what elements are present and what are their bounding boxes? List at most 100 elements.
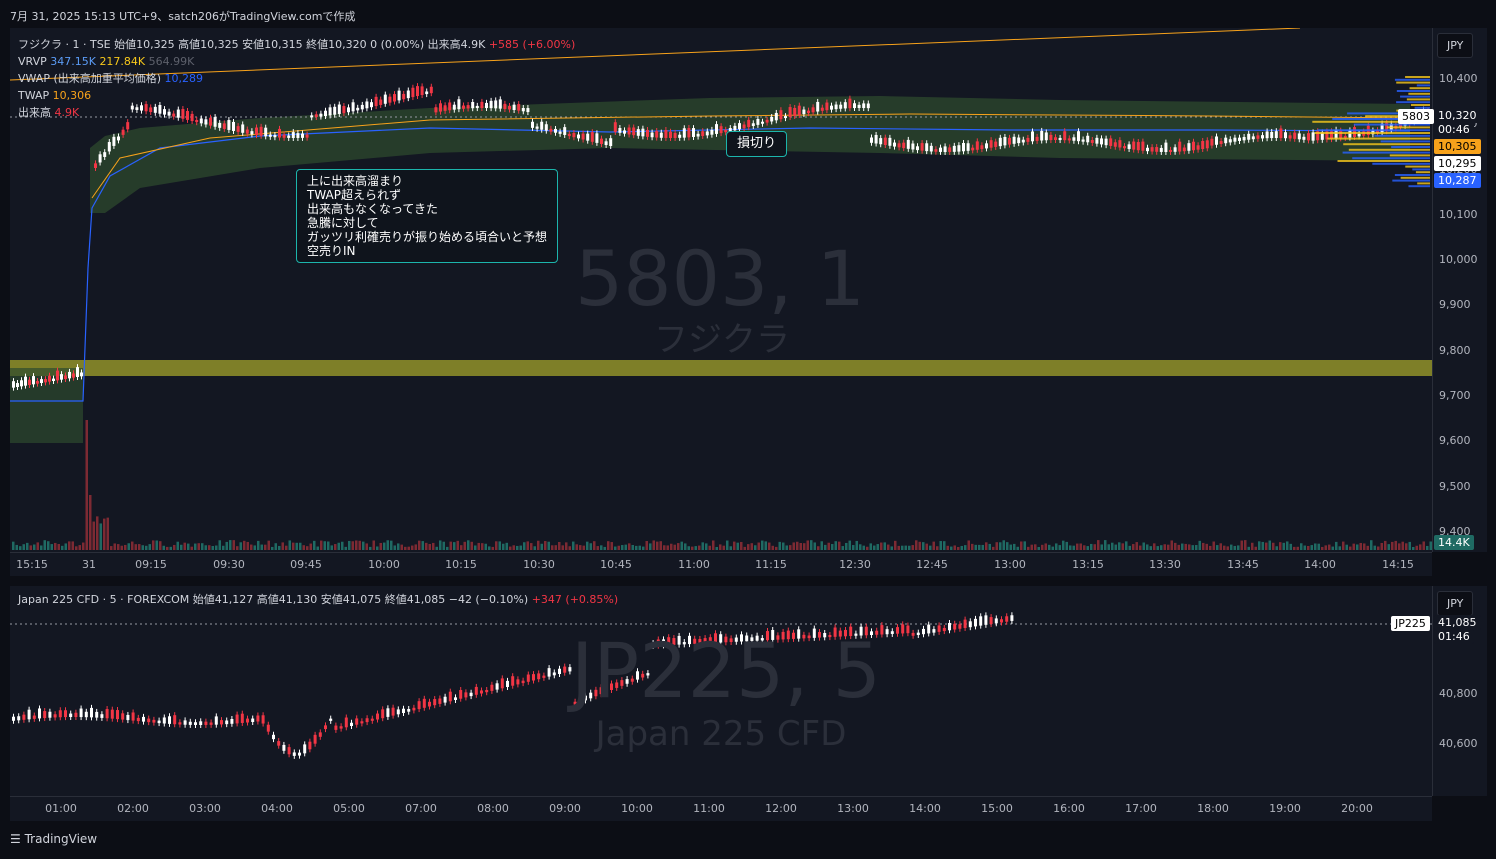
last-price-label: 41,085 bbox=[1434, 615, 1481, 630]
candle bbox=[16, 383, 19, 387]
currency-button[interactable]: JPY bbox=[1437, 33, 1474, 58]
candle bbox=[879, 138, 883, 145]
trade-note-annotation[interactable]: 上に出来高溜まり TWAP超えられず 出来高もなくなってきた 急騰に対して ガッ… bbox=[296, 169, 559, 263]
candle bbox=[678, 134, 682, 138]
candle bbox=[1311, 132, 1315, 141]
candle bbox=[531, 121, 534, 128]
candle bbox=[287, 135, 291, 138]
candle bbox=[937, 625, 941, 632]
volume-bar bbox=[1289, 543, 1292, 550]
volume-bar bbox=[1335, 541, 1338, 550]
volume-bar bbox=[1097, 540, 1100, 550]
volume-value: 4.9K bbox=[54, 106, 80, 119]
candle bbox=[12, 381, 15, 388]
candle bbox=[1288, 135, 1292, 139]
volume-bar bbox=[435, 546, 438, 550]
volume-bar bbox=[593, 541, 596, 550]
vwap-value: 10,289 bbox=[164, 72, 204, 85]
candle bbox=[259, 126, 263, 136]
candle bbox=[939, 147, 942, 152]
volume-bar bbox=[1345, 544, 1348, 550]
volume-bar bbox=[736, 542, 739, 550]
time-tick: 10:00 bbox=[621, 802, 653, 815]
time-tick: 11:00 bbox=[693, 802, 725, 815]
volume-bar bbox=[1083, 545, 1086, 550]
volume-bar bbox=[743, 546, 746, 550]
volume-bar bbox=[348, 540, 351, 550]
symbol-title[interactable]: Japan 225 CFD · 5 · FOREXCOM bbox=[18, 593, 189, 606]
candle bbox=[350, 722, 353, 726]
candle bbox=[701, 131, 705, 136]
candle bbox=[344, 717, 348, 728]
tradingview-logo[interactable]: ☰ TradingView bbox=[10, 832, 97, 846]
volume-bar bbox=[467, 540, 470, 550]
index-chart-pane[interactable]: JP225, 5 Japan 225 CFD bbox=[10, 586, 1432, 796]
volume-bar bbox=[677, 543, 680, 550]
volume-bar bbox=[1296, 546, 1299, 550]
candle bbox=[448, 691, 452, 702]
volume-bar bbox=[57, 543, 60, 550]
price-axis[interactable]: 10,40010,30010,20010,10010,0009,9009,800… bbox=[1432, 28, 1487, 552]
volume-bar bbox=[187, 543, 190, 550]
volume-bar bbox=[764, 541, 767, 550]
twap-label[interactable]: TWAP bbox=[18, 89, 49, 102]
candle bbox=[994, 618, 998, 624]
candle bbox=[264, 127, 268, 137]
volume-bar bbox=[145, 545, 148, 550]
candle bbox=[857, 104, 861, 109]
candle bbox=[459, 690, 463, 699]
currency-button[interactable]: JPY bbox=[1437, 591, 1474, 616]
volume-bar bbox=[288, 540, 291, 550]
volume-bar bbox=[523, 542, 526, 550]
candle bbox=[948, 622, 951, 631]
vwap-label[interactable]: VWAP (出来高加重平均価格) bbox=[18, 72, 161, 85]
candle bbox=[428, 701, 431, 707]
volume-bar bbox=[1405, 543, 1408, 550]
pane-separator[interactable] bbox=[10, 576, 1486, 586]
volume-label[interactable]: 出来高 bbox=[18, 106, 51, 119]
volume-bar bbox=[771, 545, 774, 550]
volume-bar bbox=[1006, 542, 1009, 550]
stop-loss-annotation[interactable]: 損切り bbox=[726, 131, 788, 157]
volume-bar bbox=[96, 516, 99, 550]
volume-bar bbox=[372, 540, 375, 550]
candle bbox=[632, 127, 636, 136]
volume-bar bbox=[1338, 546, 1341, 550]
price-tick: 9,600 bbox=[1439, 434, 1471, 447]
candle bbox=[547, 668, 551, 677]
volume-bar bbox=[551, 545, 554, 550]
candle bbox=[298, 752, 301, 756]
volume-bar bbox=[733, 541, 736, 550]
candle bbox=[526, 674, 530, 682]
candle bbox=[355, 718, 359, 725]
candle bbox=[227, 120, 231, 130]
candle bbox=[194, 722, 197, 725]
volume-profile-bar bbox=[1372, 162, 1430, 165]
candle bbox=[705, 131, 709, 136]
volume-bar bbox=[446, 546, 449, 550]
volume-profile-bar bbox=[1387, 126, 1430, 129]
volume-bar bbox=[204, 545, 207, 550]
candle bbox=[572, 132, 576, 138]
volume-bar bbox=[295, 542, 298, 550]
volume-bar bbox=[488, 546, 491, 550]
candle bbox=[417, 701, 421, 710]
candle bbox=[710, 129, 714, 135]
candle bbox=[613, 122, 617, 132]
candle bbox=[98, 154, 102, 163]
vrvp-label[interactable]: VRVP bbox=[18, 55, 47, 68]
candle bbox=[673, 132, 677, 138]
time-tick: 18:00 bbox=[1197, 802, 1229, 815]
volume-bar bbox=[484, 543, 487, 550]
volume-bar bbox=[274, 543, 277, 550]
time-axis[interactable]: 15:15 31 09:15 09:30 09:45 10:00 10:15 10:30 10:… bbox=[10, 552, 1432, 577]
volume-bar bbox=[1076, 543, 1079, 550]
volume-bar bbox=[460, 545, 463, 550]
volume-bar bbox=[957, 546, 960, 550]
price-tick: 9,800 bbox=[1439, 344, 1471, 357]
candle bbox=[968, 621, 972, 628]
candle bbox=[44, 379, 47, 383]
time-axis[interactable]: 01:00 02:00 03:00 04:00 05:00 07:00 08:00 09:00… bbox=[10, 796, 1432, 821]
volume-bar bbox=[75, 546, 78, 550]
symbol-title[interactable]: フジクラ · 1 · TSE bbox=[18, 38, 111, 51]
